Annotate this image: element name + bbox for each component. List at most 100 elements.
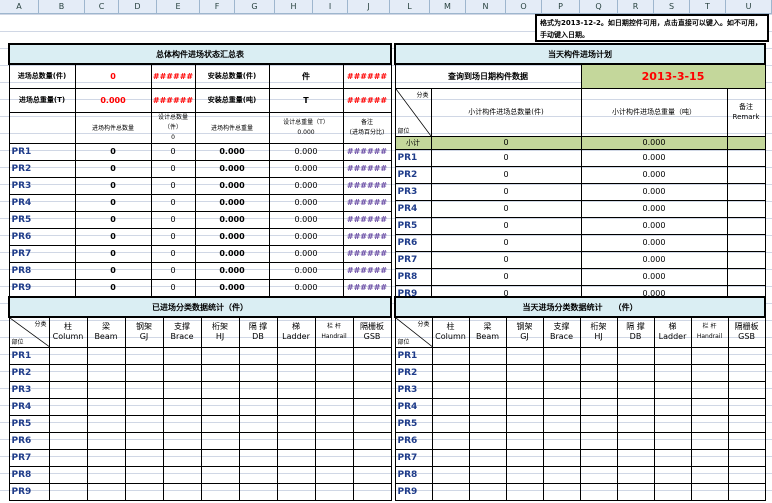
col-header-c[interactable]: C	[85, 0, 119, 14]
daily-diag-header[interactable]: 分类 部位	[394, 316, 433, 348]
category-cell[interactable]	[238, 346, 278, 365]
summary-header-weight[interactable]: 进场构件总重量	[194, 111, 270, 144]
plan-row-count[interactable]: 0	[430, 250, 582, 269]
category-cell[interactable]	[238, 414, 278, 433]
category-cell[interactable]	[505, 346, 544, 365]
category-cell[interactable]	[616, 346, 655, 365]
summary-row-pct[interactable]: ######	[342, 244, 392, 263]
summary-header-remark[interactable]: 备注 (进场百分比)	[342, 111, 392, 144]
category-cell[interactable]	[431, 482, 470, 501]
category-cell[interactable]	[48, 363, 88, 382]
subtotal-row-weight[interactable]: 0.000	[580, 135, 728, 150]
summary-row-name[interactable]: PR7	[8, 244, 76, 263]
summary-row-weight[interactable]: 0.000	[194, 176, 270, 195]
category-cell[interactable]	[48, 448, 88, 467]
category-cell[interactable]	[352, 397, 392, 416]
col-header-n[interactable]: N	[466, 0, 506, 14]
summary-row-name[interactable]: PR6	[8, 227, 76, 246]
category-cell[interactable]	[276, 397, 316, 416]
col-header-i[interactable]: I	[313, 0, 348, 14]
category-cell[interactable]	[727, 482, 766, 501]
daily-category-row-name[interactable]: PR4	[394, 397, 433, 416]
daily-cat-header-handrail[interactable]: 栏 杆 Handrail	[690, 316, 729, 348]
col-header-t[interactable]: T	[690, 0, 726, 14]
category-row-name[interactable]: PR4	[8, 397, 50, 416]
subtotal-weight-header[interactable]: 小计构件进场总重量（吨）	[580, 87, 728, 137]
summary-row-design[interactable]: 0	[150, 261, 196, 280]
category-cell[interactable]	[727, 431, 766, 450]
summary-row-count[interactable]: 0	[74, 142, 152, 161]
arrival-weight-value[interactable]: 0.000	[74, 87, 152, 113]
category-cell[interactable]	[124, 465, 164, 484]
category-cell[interactable]	[468, 397, 507, 416]
category-cell[interactable]	[200, 397, 240, 416]
category-cell[interactable]	[314, 414, 354, 433]
category-cell[interactable]	[48, 431, 88, 450]
summary-row-dweight[interactable]: 0.000	[268, 227, 344, 246]
category-cell[interactable]	[505, 380, 544, 399]
cat-header-ladder[interactable]: 梯 Ladder	[276, 316, 316, 348]
summary-row-weight[interactable]: 0.000	[194, 227, 270, 246]
category-cell[interactable]	[690, 431, 729, 450]
summary-row-name[interactable]: PR3	[8, 176, 76, 195]
arrival-count-hash[interactable]: ######	[150, 63, 196, 89]
summary-row-dweight[interactable]: 0.000	[268, 193, 344, 212]
category-cell[interactable]	[200, 346, 240, 365]
plan-row-weight[interactable]: 0.000	[580, 199, 728, 218]
plan-row-name[interactable]: PR7	[394, 250, 432, 269]
cat-header-gj[interactable]: 钢架 GJ	[124, 316, 164, 348]
category-cell[interactable]	[162, 482, 202, 501]
daily-category-row-name[interactable]: PR1	[394, 346, 433, 365]
plan-row-count[interactable]: 0	[430, 182, 582, 201]
category-cell[interactable]	[86, 414, 126, 433]
summary-row-weight[interactable]: 0.000	[194, 193, 270, 212]
category-cell[interactable]	[48, 380, 88, 399]
plan-row-remark[interactable]	[726, 250, 766, 269]
col-header-f[interactable]: F	[200, 0, 235, 14]
category-cell[interactable]	[238, 448, 278, 467]
col-header-g[interactable]: G	[235, 0, 275, 14]
cat-header-handrail[interactable]: 栏 杆 Handrail	[314, 316, 354, 348]
cat-header-hj[interactable]: 桁架 HJ	[200, 316, 240, 348]
category-cell[interactable]	[86, 448, 126, 467]
category-cell[interactable]	[579, 482, 618, 501]
category-cell[interactable]	[86, 431, 126, 450]
category-cell[interactable]	[505, 482, 544, 501]
summary-row-pct[interactable]: ######	[342, 210, 392, 229]
category-cell[interactable]	[653, 363, 692, 382]
summary-row-dweight[interactable]: 0.000	[268, 261, 344, 280]
category-cell[interactable]	[727, 380, 766, 399]
category-cell[interactable]	[352, 346, 392, 365]
category-cell[interactable]	[653, 346, 692, 365]
col-header-b[interactable]: B	[39, 0, 85, 14]
category-cell[interactable]	[124, 431, 164, 450]
plan-row-weight[interactable]: 0.000	[580, 182, 728, 201]
category-row-name[interactable]: PR5	[8, 414, 50, 433]
summary-row-name[interactable]: PR5	[8, 210, 76, 229]
daily-category-row-name[interactable]: PR2	[394, 363, 433, 382]
summary-row-name[interactable]: PR2	[8, 159, 76, 178]
category-cell[interactable]	[200, 448, 240, 467]
col-header-p[interactable]: P	[542, 0, 580, 14]
category-cell[interactable]	[505, 414, 544, 433]
plan-row-name[interactable]: PR5	[394, 216, 432, 235]
category-cell[interactable]	[468, 431, 507, 450]
category-cell[interactable]	[314, 397, 354, 416]
col-header-h[interactable]: H	[275, 0, 313, 14]
query-date-input[interactable]: 2013-3-15	[580, 63, 766, 89]
category-cell[interactable]	[431, 431, 470, 450]
summary-row-dweight[interactable]: 0.000	[268, 176, 344, 195]
summary-row-weight[interactable]: 0.000	[194, 142, 270, 161]
category-cell[interactable]	[653, 482, 692, 501]
summary-row-design[interactable]: 0	[150, 142, 196, 161]
summary-row-count[interactable]: 0	[74, 193, 152, 212]
summary-row-design[interactable]: 0	[150, 227, 196, 246]
daily-cat-header-gj[interactable]: 钢架 GJ	[505, 316, 544, 348]
category-cell[interactable]	[468, 465, 507, 484]
category-cell[interactable]	[276, 448, 316, 467]
category-cell[interactable]	[352, 482, 392, 501]
summary-header-count[interactable]: 进场构件总数量	[74, 111, 152, 144]
category-cell[interactable]	[352, 363, 392, 382]
daily-cat-header-column[interactable]: 柱 Column	[431, 316, 470, 348]
category-row-name[interactable]: PR9	[8, 482, 50, 501]
